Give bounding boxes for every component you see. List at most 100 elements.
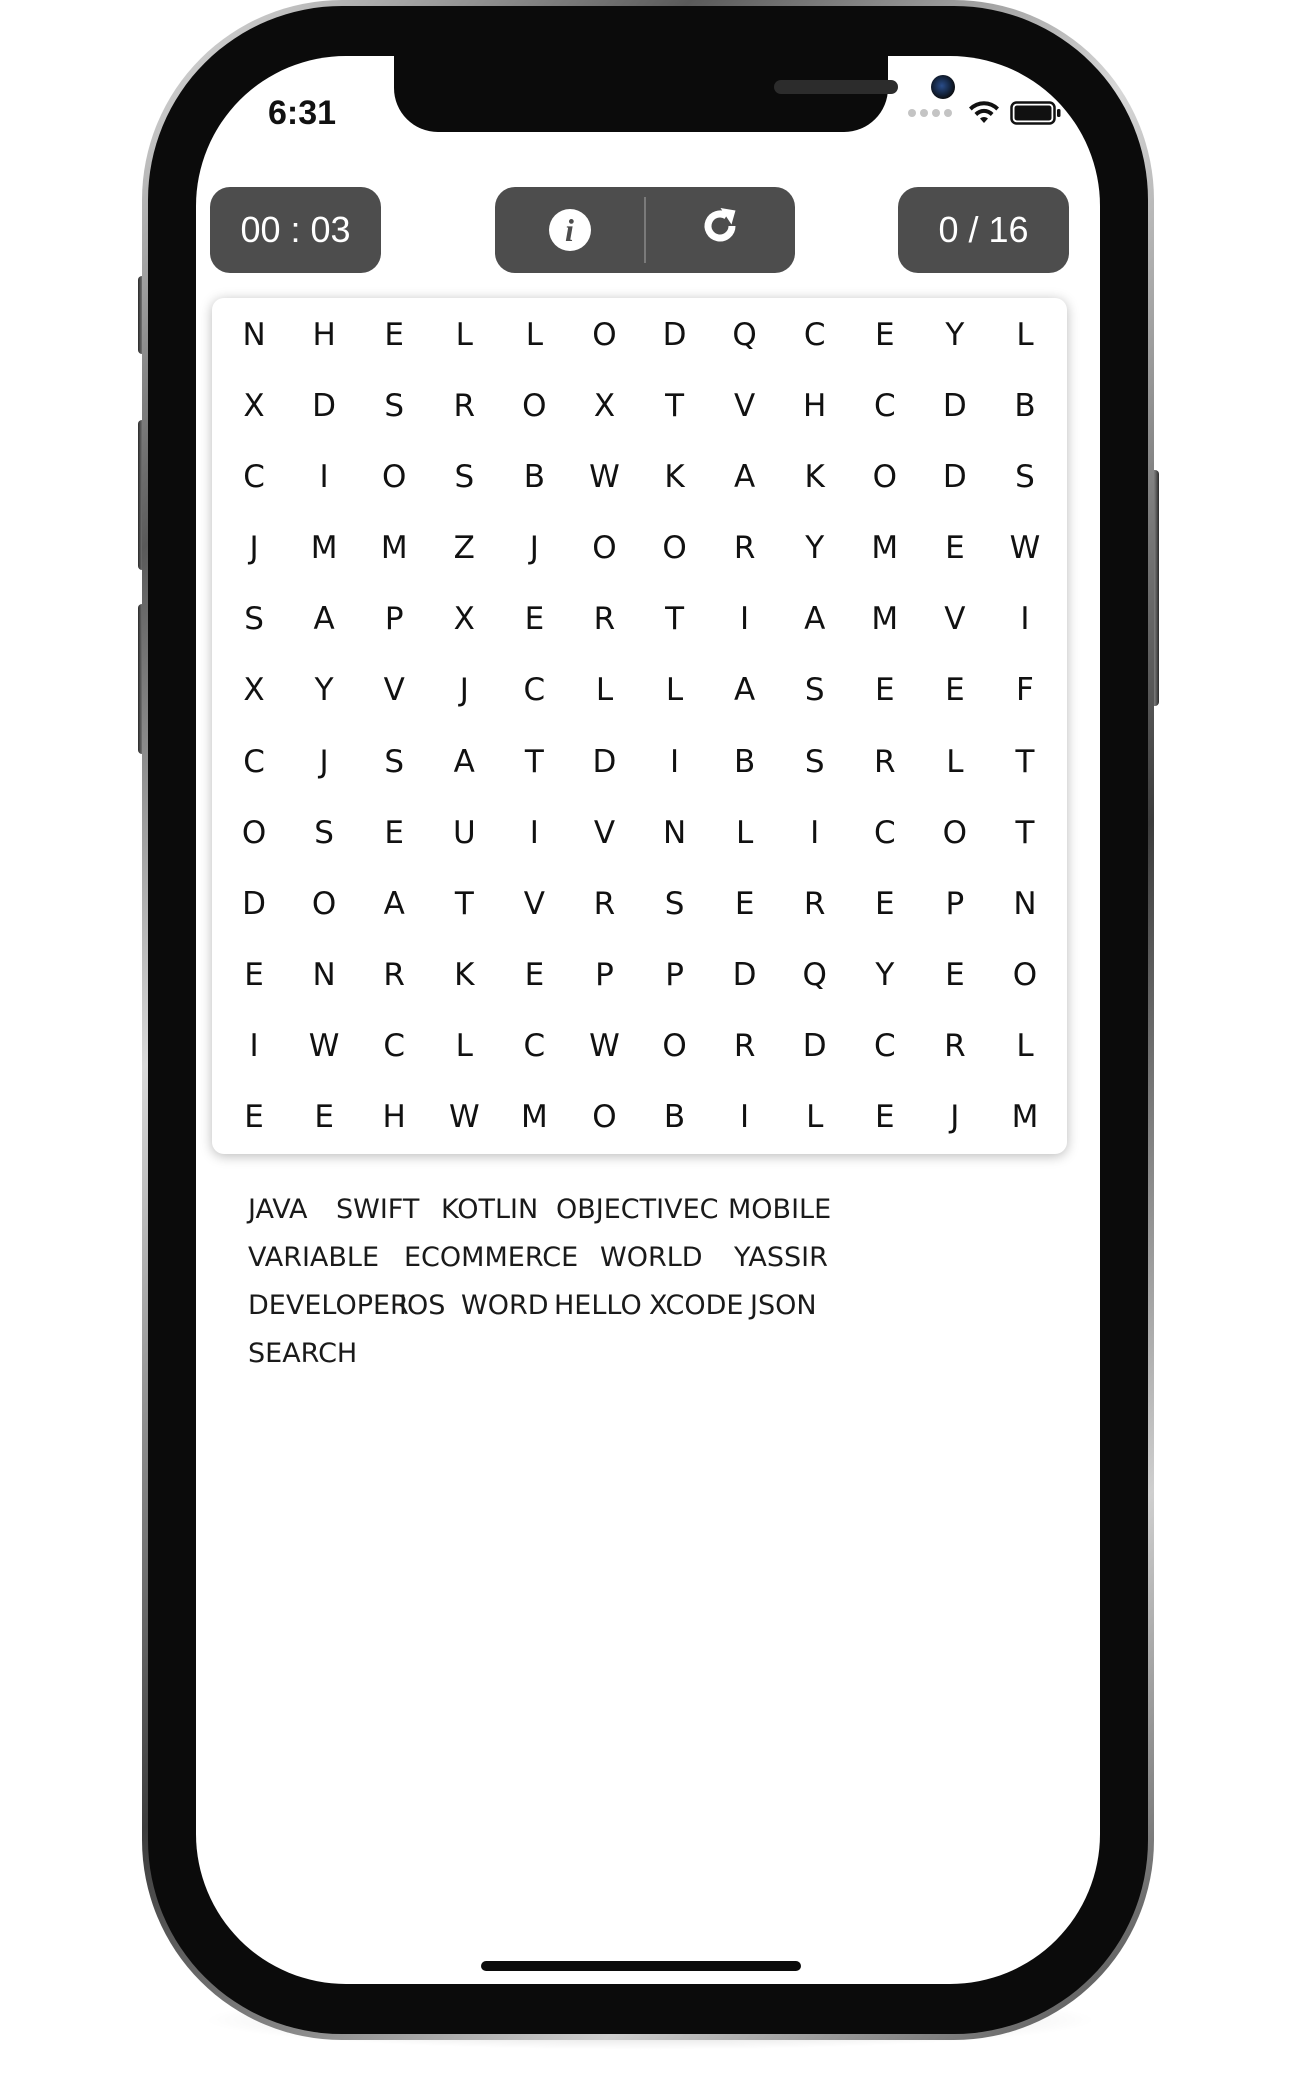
- grid-cell[interactable]: M: [289, 512, 359, 583]
- grid-cell[interactable]: C: [850, 1011, 920, 1082]
- grid-cell[interactable]: P: [359, 584, 429, 655]
- grid-cell[interactable]: M: [850, 512, 920, 583]
- grid-cell[interactable]: R: [359, 939, 429, 1010]
- grid-cell[interactable]: L: [780, 1082, 850, 1153]
- grid-cell[interactable]: J: [499, 512, 569, 583]
- grid-cell[interactable]: R: [569, 868, 639, 939]
- grid-cell[interactable]: V: [710, 370, 780, 441]
- grid-cell[interactable]: L: [569, 655, 639, 726]
- grid-cell[interactable]: T: [990, 726, 1060, 797]
- grid-cell[interactable]: O: [569, 299, 639, 370]
- grid-cell[interactable]: A: [710, 655, 780, 726]
- grid-cell[interactable]: Y: [780, 512, 850, 583]
- grid-cell[interactable]: E: [710, 868, 780, 939]
- grid-cell[interactable]: W: [289, 1011, 359, 1082]
- grid-cell[interactable]: C: [850, 797, 920, 868]
- grid-cell[interactable]: E: [219, 939, 289, 1010]
- grid-cell[interactable]: I: [499, 797, 569, 868]
- grid-cell[interactable]: H: [359, 1082, 429, 1153]
- grid-cell[interactable]: J: [920, 1082, 990, 1153]
- grid-cell[interactable]: C: [780, 299, 850, 370]
- grid-cell[interactable]: M: [359, 512, 429, 583]
- grid-cell[interactable]: B: [990, 370, 1060, 441]
- grid-cell[interactable]: U: [429, 797, 499, 868]
- grid-cell[interactable]: W: [569, 441, 639, 512]
- grid-cell[interactable]: D: [289, 370, 359, 441]
- grid-cell[interactable]: S: [780, 726, 850, 797]
- grid-cell[interactable]: L: [990, 1011, 1060, 1082]
- grid-cell[interactable]: I: [990, 584, 1060, 655]
- grid-cell[interactable]: S: [640, 868, 710, 939]
- grid-cell[interactable]: R: [710, 512, 780, 583]
- grid-cell[interactable]: C: [850, 370, 920, 441]
- grid-cell[interactable]: R: [850, 726, 920, 797]
- grid-cell[interactable]: I: [780, 797, 850, 868]
- grid-cell[interactable]: E: [499, 939, 569, 1010]
- grid-cell[interactable]: R: [780, 868, 850, 939]
- grid-cell[interactable]: X: [569, 370, 639, 441]
- grid-cell[interactable]: E: [850, 299, 920, 370]
- grid-cell[interactable]: S: [289, 797, 359, 868]
- grid-cell[interactable]: D: [569, 726, 639, 797]
- grid-cell[interactable]: O: [569, 1082, 639, 1153]
- grid-cell[interactable]: W: [569, 1011, 639, 1082]
- grid-cell[interactable]: A: [429, 726, 499, 797]
- grid-cell[interactable]: J: [219, 512, 289, 583]
- grid-cell[interactable]: W: [429, 1082, 499, 1153]
- grid-cell[interactable]: J: [289, 726, 359, 797]
- grid-cell[interactable]: T: [640, 584, 710, 655]
- grid-cell[interactable]: A: [289, 584, 359, 655]
- grid-cell[interactable]: E: [219, 1082, 289, 1153]
- grid-cell[interactable]: L: [499, 299, 569, 370]
- grid-cell[interactable]: T: [429, 868, 499, 939]
- grid-cell[interactable]: I: [219, 1011, 289, 1082]
- grid-cell[interactable]: R: [429, 370, 499, 441]
- grid-cell[interactable]: S: [359, 370, 429, 441]
- grid-cell[interactable]: D: [640, 299, 710, 370]
- grid-cell[interactable]: L: [429, 299, 499, 370]
- grid-cell[interactable]: P: [640, 939, 710, 1010]
- grid-cell[interactable]: D: [780, 1011, 850, 1082]
- grid-cell[interactable]: V: [569, 797, 639, 868]
- grid-cell[interactable]: X: [219, 370, 289, 441]
- grid-cell[interactable]: D: [920, 441, 990, 512]
- grid-cell[interactable]: X: [219, 655, 289, 726]
- grid-cell[interactable]: D: [920, 370, 990, 441]
- grid-cell[interactable]: V: [920, 584, 990, 655]
- grid-cell[interactable]: I: [710, 1082, 780, 1153]
- grid-cell[interactable]: S: [780, 655, 850, 726]
- home-indicator[interactable]: [481, 1961, 801, 1971]
- grid-cell[interactable]: W: [990, 512, 1060, 583]
- grid-cell[interactable]: E: [289, 1082, 359, 1153]
- grid-cell[interactable]: I: [710, 584, 780, 655]
- grid-cell[interactable]: D: [710, 939, 780, 1010]
- grid-cell[interactable]: B: [640, 1082, 710, 1153]
- grid-cell[interactable]: V: [499, 868, 569, 939]
- grid-cell[interactable]: O: [920, 797, 990, 868]
- grid-cell[interactable]: L: [990, 299, 1060, 370]
- grid-cell[interactable]: E: [850, 868, 920, 939]
- grid-cell[interactable]: O: [640, 1011, 710, 1082]
- grid-cell[interactable]: H: [780, 370, 850, 441]
- grid-cell[interactable]: E: [850, 1082, 920, 1153]
- grid-cell[interactable]: B: [710, 726, 780, 797]
- grid-cell[interactable]: Z: [429, 512, 499, 583]
- grid-cell[interactable]: E: [850, 655, 920, 726]
- grid-cell[interactable]: E: [920, 939, 990, 1010]
- grid-cell[interactable]: O: [359, 441, 429, 512]
- grid-cell[interactable]: K: [429, 939, 499, 1010]
- grid-cell[interactable]: O: [640, 512, 710, 583]
- grid-cell[interactable]: H: [289, 299, 359, 370]
- grid-cell[interactable]: Q: [710, 299, 780, 370]
- grid-cell[interactable]: L: [710, 797, 780, 868]
- grid-cell[interactable]: K: [640, 441, 710, 512]
- grid-cell[interactable]: Y: [289, 655, 359, 726]
- grid-cell[interactable]: S: [429, 441, 499, 512]
- grid-cell[interactable]: S: [990, 441, 1060, 512]
- grid-cell[interactable]: C: [499, 1011, 569, 1082]
- grid-cell[interactable]: E: [920, 655, 990, 726]
- grid-cell[interactable]: P: [569, 939, 639, 1010]
- grid-cell[interactable]: L: [640, 655, 710, 726]
- grid-cell[interactable]: T: [990, 797, 1060, 868]
- grid-cell[interactable]: D: [219, 868, 289, 939]
